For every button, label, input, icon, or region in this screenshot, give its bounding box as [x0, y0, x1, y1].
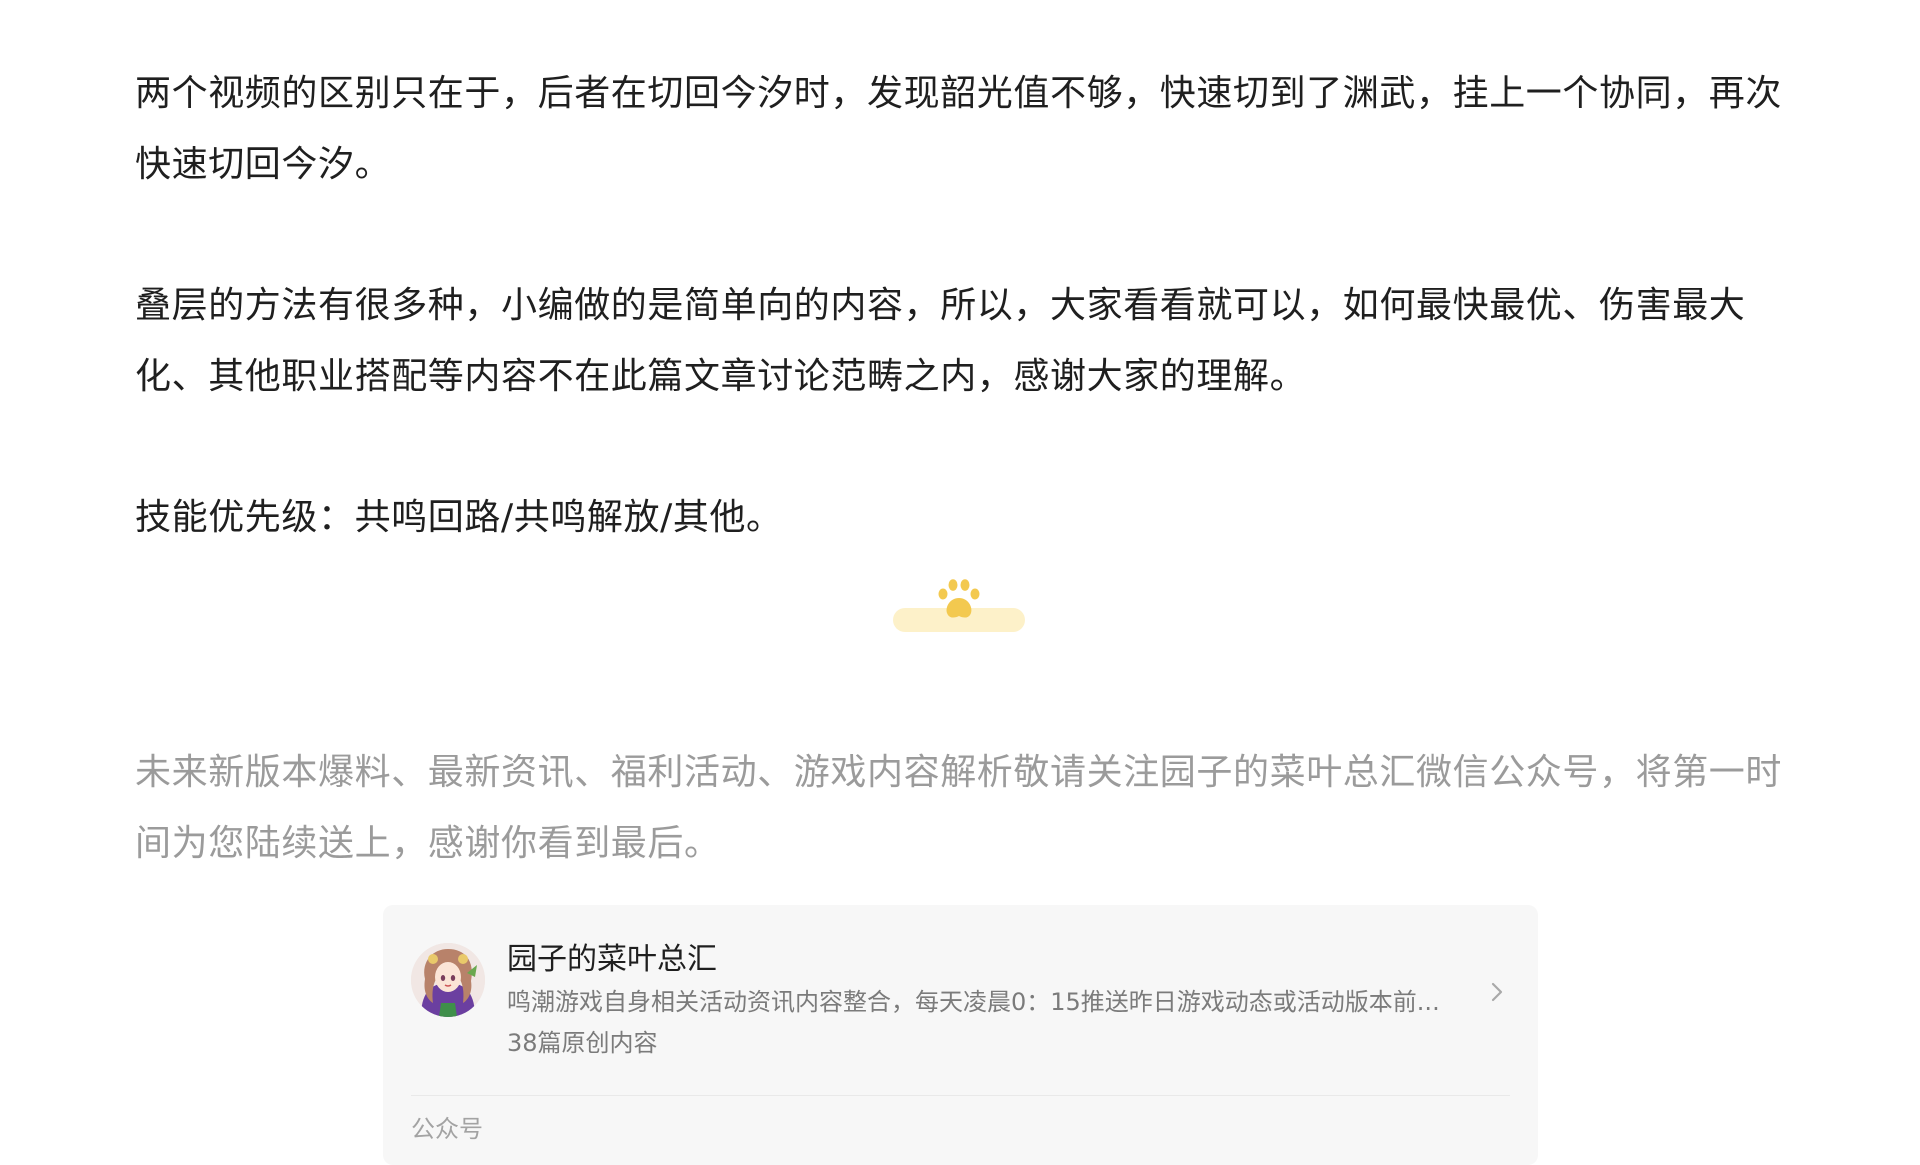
article-paragraph: 技能优先级：共鸣回路/共鸣解放/其他。: [135, 497, 783, 538]
account-name: 园子的菜叶总汇: [507, 942, 717, 977]
avatar-anime-girl: [411, 943, 485, 1017]
article-paragraph: 叠层的方法有很多种，小编做的是简单向的内容，所以，大家看看就可以，如何最快最优、…: [135, 285, 1746, 397]
follow-note: 未来新版本爆料、最新资讯、福利活动、游戏内容解析敬请关注园子的菜叶总汇微信公众号…: [135, 737, 1795, 879]
account-description: 鸣潮游戏自身相关活动资讯内容整合，每天凌晨0：15推送昨日游戏动态或活动版本前.…: [507, 988, 1440, 1016]
account-profile-link[interactable]: 园子的菜叶总汇 鸣潮游戏自身相关活动资讯内容整合，每天凌晨0：15推送昨日游戏动…: [411, 939, 1510, 1057]
chevron-right-icon[interactable]: [1484, 979, 1510, 1005]
paw-icon: [938, 579, 980, 618]
card-divider: [411, 1095, 1510, 1096]
paw-divider: [893, 574, 1025, 636]
account-avatar: [411, 943, 485, 1017]
account-info: 园子的菜叶总汇 鸣潮游戏自身相关活动资讯内容整合，每天凌晨0：15推送昨日游戏动…: [507, 939, 1450, 1063]
follow-note-text: 未来新版本爆料、最新资讯、福利活动、游戏内容解析敬请关注园子的菜叶总汇微信公众号…: [135, 752, 1783, 864]
original-content-count: 38篇原创内容: [507, 1029, 658, 1057]
article-paragraph: 两个视频的区别只在于，后者在切回今汐时，发现韶光值不够，快速切到了渊武，挂上一个…: [135, 73, 1783, 185]
official-account-card[interactable]: 园子的菜叶总汇 鸣潮游戏自身相关活动资讯内容整合，每天凌晨0：15推送昨日游戏动…: [383, 905, 1538, 1165]
article-body: 两个视频的区别只在于，后者在切回今汐时，发现韶光值不够，快速切到了渊武，挂上一个…: [135, 58, 1795, 553]
